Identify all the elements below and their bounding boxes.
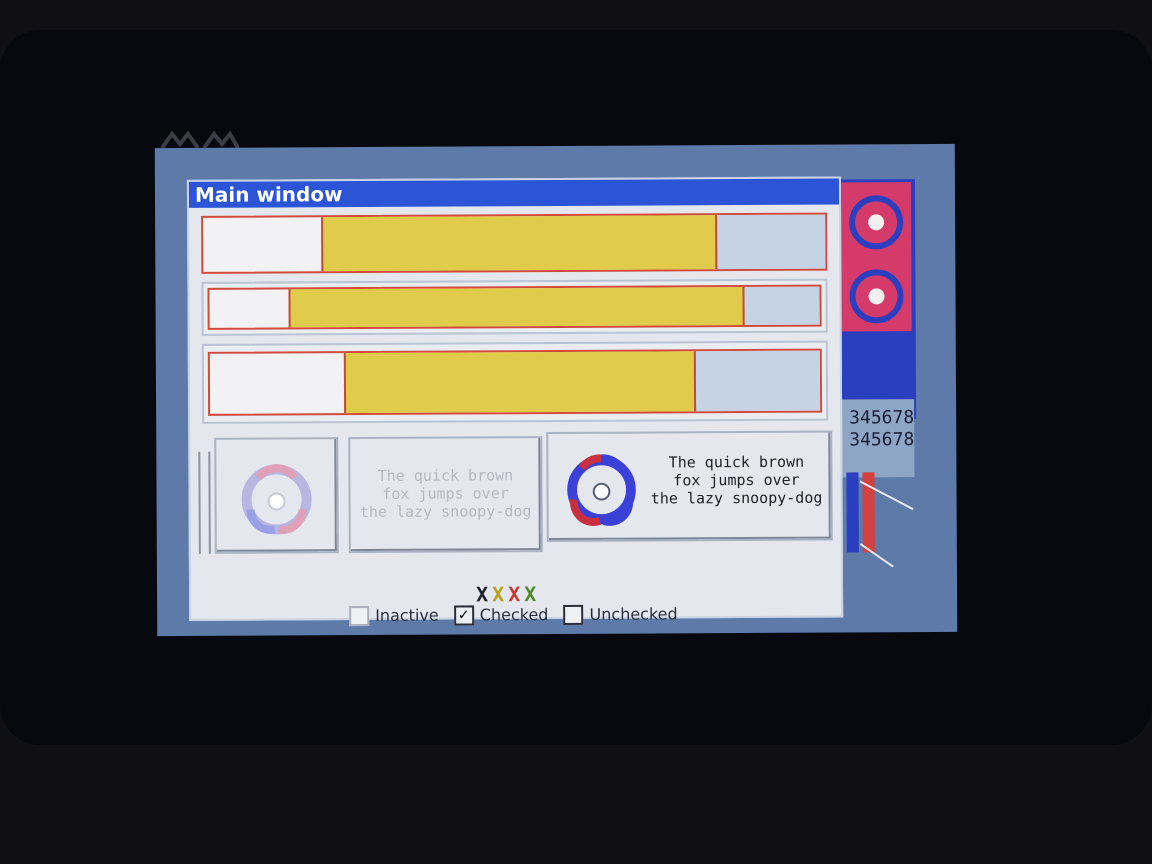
text-block-active: The quick brown fox jumps over the lazy … (642, 453, 830, 508)
checkbox-label-inactive: Inactive (375, 605, 439, 625)
checkbox-label-unchecked: Unchecked (589, 604, 678, 624)
background-number-line: 345678 (849, 407, 915, 429)
background-biohazard-tile (840, 182, 912, 258)
icon-panel-inactive[interactable] (214, 437, 339, 554)
text-line: The quick brown (377, 466, 514, 485)
progress-bar-3 (201, 340, 829, 424)
x-icon: X (524, 582, 541, 607)
text-line: The quick brown (668, 452, 805, 472)
checkbox-row: Inactive ✓ Checked Unchecked (349, 603, 688, 626)
progress-track (691, 350, 821, 412)
progress-fill (343, 351, 696, 414)
x-icon: X (476, 582, 493, 607)
checkbox-inactive[interactable] (349, 605, 370, 626)
progress-bar-1 (201, 212, 828, 274)
text-block-inactive: The quick brown fox jumps over the lazy … (350, 466, 540, 521)
background-number-line: 345678 (849, 429, 915, 451)
text-line: the lazy snoopy-dog (650, 488, 823, 508)
progress-inner-frame (207, 348, 823, 416)
progress-bar-2 (201, 278, 828, 336)
background-line (859, 543, 894, 568)
background-biohazard-tile (841, 256, 912, 332)
biohazard-icon (849, 269, 904, 324)
marker-row: XXXX (476, 582, 540, 606)
icon-text-panel-active[interactable]: The quick brown fox jumps over the lazy … (546, 430, 833, 543)
screen: 345678 345678 Main window The quick brow… (154, 143, 958, 637)
background-numbers: 345678 345678 (839, 399, 915, 478)
text-panel-inactive[interactable]: The quick brown fox jumps over the lazy … (348, 436, 543, 554)
main-window: Main window The quick brown fox jumps ov… (186, 176, 844, 626)
checkbox-label-checked: Checked (479, 605, 549, 625)
progress-track (740, 286, 820, 326)
progress-fill (321, 215, 718, 272)
check-icon[interactable]: ✓ (453, 604, 474, 626)
x-icon: X (508, 582, 525, 607)
scroll-edge[interactable] (198, 451, 211, 554)
window-titlebar[interactable]: Main window (188, 178, 840, 208)
background-bar (846, 472, 859, 553)
biohazard-icon (241, 464, 312, 535)
progress-track (713, 214, 826, 270)
text-line: fox jumps over (382, 484, 509, 503)
progress-fill (288, 287, 745, 328)
progress-inner-frame (207, 284, 822, 330)
x-icon: X (492, 582, 509, 607)
text-line: fox jumps over (673, 470, 800, 490)
checkbox-unchecked[interactable] (563, 604, 584, 625)
biohazard-icon (567, 454, 636, 526)
text-line: the lazy snoopy-dog (359, 502, 532, 522)
biohazard-icon (849, 195, 904, 250)
